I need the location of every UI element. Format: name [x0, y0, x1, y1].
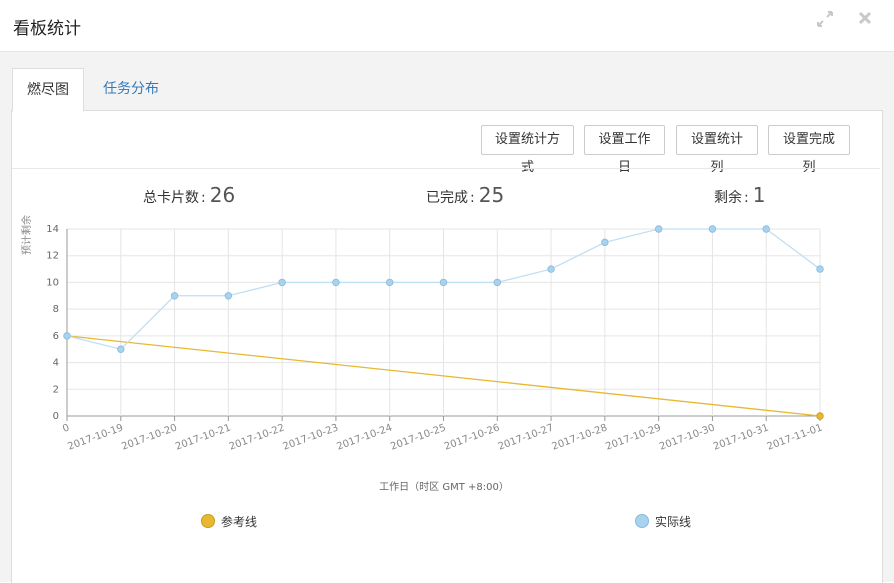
- legend-actual-label: 实际线: [655, 515, 692, 529]
- remaining-cards-label: 剩余: [714, 190, 742, 206]
- done-cards-colon: :: [470, 190, 475, 206]
- toolbar-divider: [12, 168, 880, 169]
- set-workday-button[interactable]: 设置工作日: [584, 125, 665, 175]
- remaining-cards-stat: 剩余:1: [714, 183, 765, 207]
- tab-task-distribution[interactable]: 任务分布: [89, 68, 173, 110]
- window-titlebar: 看板统计: [0, 0, 894, 52]
- set-stat-column-button[interactable]: 设置统计列: [676, 125, 758, 175]
- window-title: 看板统计: [13, 19, 81, 39]
- total-cards-stat: 总卡片数:26: [143, 183, 235, 207]
- close-icon[interactable]: [855, 10, 875, 30]
- total-cards-value: 26: [209, 183, 236, 207]
- close-icon-graphic: [858, 11, 872, 25]
- legend-item-reference[interactable]: 参考线: [201, 513, 257, 530]
- expand-icon-graphic: [817, 11, 833, 27]
- remaining-cards-colon: :: [744, 190, 749, 206]
- total-cards-label: 总卡片数: [143, 190, 199, 206]
- done-cards-label: 已完成: [426, 190, 468, 206]
- total-cards-colon: :: [201, 190, 206, 206]
- legend-reference-label: 参考线: [221, 515, 258, 529]
- done-cards-stat: 已完成:25: [426, 183, 504, 207]
- set-stat-method-button[interactable]: 设置统计方式: [481, 125, 574, 175]
- legend-reference-dot: [201, 514, 215, 528]
- expand-icon[interactable]: [815, 10, 835, 30]
- legend-item-actual[interactable]: 实际线: [635, 513, 691, 530]
- done-cards-value: 25: [478, 183, 505, 207]
- legend-actual-dot: [635, 514, 649, 528]
- remaining-cards-value: 1: [752, 183, 766, 207]
- set-done-column-button[interactable]: 设置完成列: [768, 125, 850, 175]
- burndown-panel: [11, 110, 883, 583]
- tab-burndown[interactable]: 燃尽图: [12, 68, 84, 112]
